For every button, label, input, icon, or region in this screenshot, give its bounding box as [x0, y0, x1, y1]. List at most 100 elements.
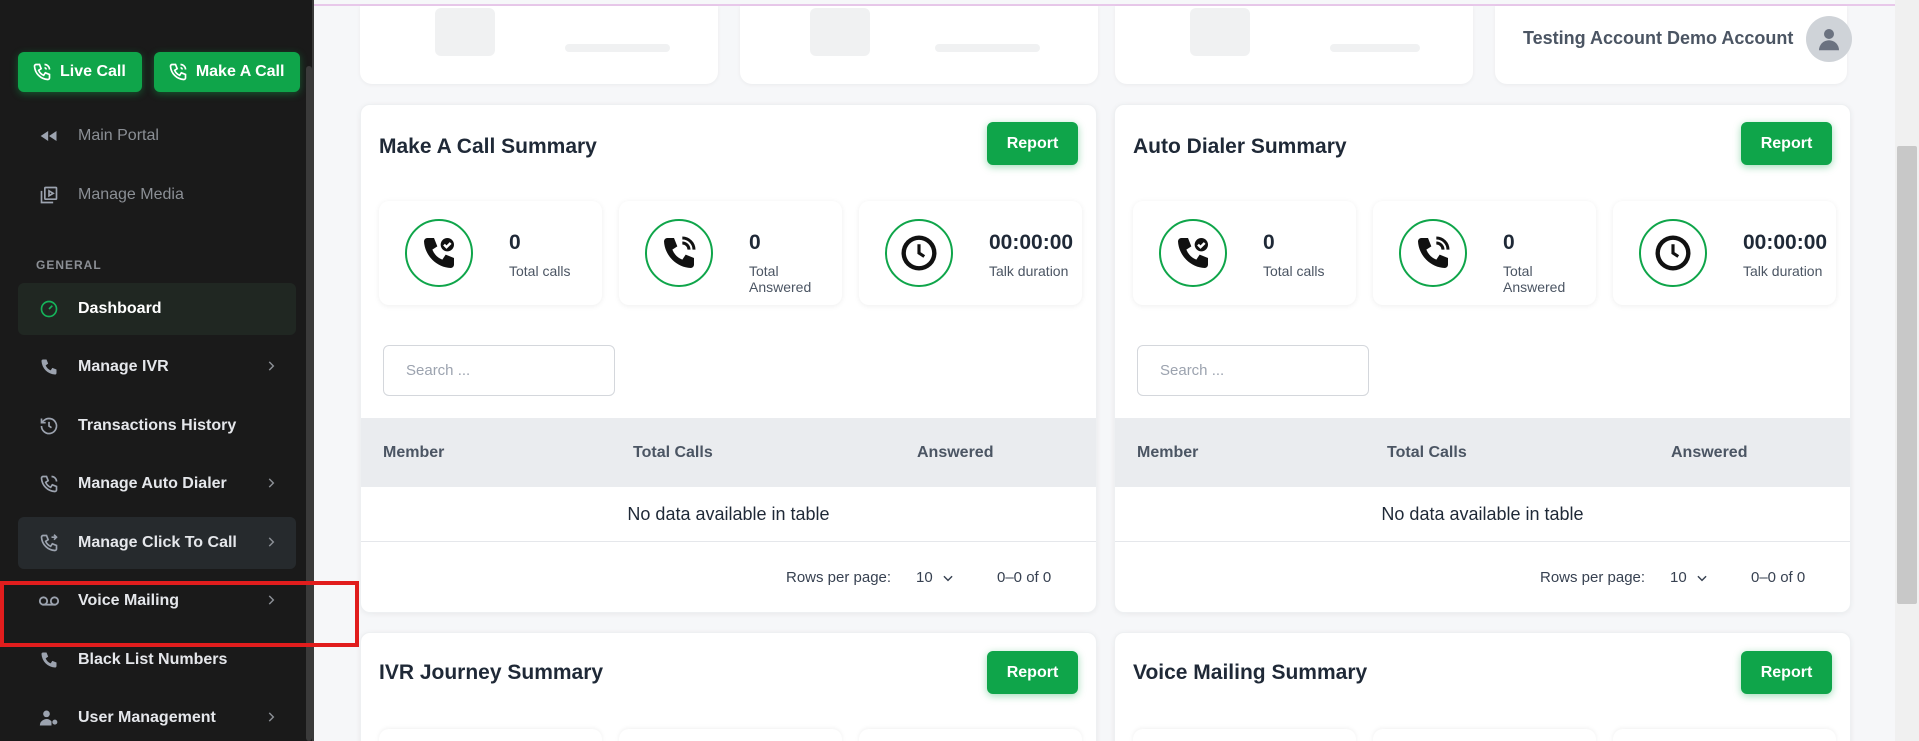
sidebar-item-label: Manage Auto Dialer — [78, 475, 227, 492]
sidebar-item-label: Manage Media — [78, 186, 184, 203]
sidebar-item-label: Black List Numbers — [78, 651, 228, 668]
panel-title: Auto Dialer Summary — [1133, 135, 1347, 158]
column-header-member[interactable]: Member — [383, 444, 444, 462]
sidebar-item-main-portal[interactable]: Main Portal — [18, 110, 296, 162]
rows-per-page-label: Rows per page: — [1540, 569, 1646, 586]
rows-per-page-select[interactable]: 10 — [916, 569, 955, 586]
sidebar-item-label: Transactions History — [78, 417, 237, 434]
pagination-range: 0–0 of 0 — [1751, 569, 1806, 586]
column-header-answered[interactable]: Answered — [1671, 444, 1747, 462]
user-icon — [1819, 29, 1839, 51]
phone-ringing-icon — [645, 219, 713, 287]
panel-title: Voice Mailing Summary — [1133, 661, 1368, 684]
stat-talk-duration: 00:00:00 Talk duration — [1613, 201, 1836, 305]
sidebar-item-dashboard[interactable]: Dashboard — [18, 283, 296, 335]
auto-dialer-summary-panel: Auto Dialer Summary Report 0 Total calls… — [1114, 104, 1851, 613]
stat-value: 0 — [749, 231, 761, 254]
stat-label: Talk duration — [1743, 263, 1823, 279]
stat-label: Total Answered — [749, 263, 812, 295]
rows-per-page-select[interactable]: 10 — [1670, 569, 1709, 586]
phone-check-icon — [405, 219, 473, 287]
user-cog-icon — [38, 707, 60, 729]
phone-signal-icon — [169, 63, 187, 81]
rewind-icon — [38, 125, 60, 147]
phone-signal-icon — [33, 63, 51, 81]
sidebar-item-label: User Management — [78, 709, 216, 726]
phone-icon — [38, 649, 60, 671]
ivr-journey-summary-panel: IVR Journey Summary Report — [360, 632, 1097, 741]
sidebar-top-buttons: Live Call Make A Call — [18, 52, 301, 92]
stat-card — [1133, 729, 1356, 741]
stat-value: 0 — [1263, 231, 1275, 254]
phone-ringing-icon — [1399, 219, 1467, 287]
report-button[interactable]: Report — [1741, 651, 1832, 694]
stat-card — [859, 729, 1082, 741]
stat-value: 0 — [509, 231, 521, 254]
partial-card — [360, 6, 718, 84]
column-header-total-calls[interactable]: Total Calls — [1387, 444, 1467, 462]
rows-per-page-value: 10 — [916, 569, 933, 586]
live-call-button[interactable]: Live Call — [18, 52, 142, 92]
sidebar-item-user-management[interactable]: User Management — [18, 692, 296, 741]
search-input[interactable] — [383, 345, 615, 396]
column-header-member[interactable]: Member — [1137, 444, 1198, 462]
chevron-right-icon — [268, 361, 275, 371]
phone-forward-icon — [38, 532, 60, 554]
stat-label: Total Answered — [1503, 263, 1566, 295]
sidebar-item-label: Manage IVR — [78, 358, 169, 375]
table-header: Member Total Calls Answered — [361, 418, 1096, 487]
rows-per-page-label: Rows per page: — [786, 569, 892, 586]
column-header-total-calls[interactable]: Total Calls — [633, 444, 713, 462]
sidebar-item-transactions-history[interactable]: Transactions History — [18, 400, 296, 452]
stat-card — [619, 729, 842, 741]
sidebar-item-manage-click-to-call[interactable]: Manage Click To Call — [18, 517, 296, 569]
search-input[interactable] — [1137, 345, 1369, 396]
stat-card — [379, 729, 602, 741]
avatar[interactable] — [1806, 16, 1852, 62]
clock-icon — [1639, 219, 1707, 287]
history-icon — [38, 415, 60, 437]
rows-per-page-value: 10 — [1670, 569, 1687, 586]
stat-card — [1373, 729, 1596, 741]
empty-table-message: No data available in table — [1115, 487, 1850, 542]
sidebar-item-manage-media[interactable]: Manage Media — [18, 169, 296, 221]
clock-icon — [885, 219, 953, 287]
sidebar-item-manage-auto-dialer[interactable]: Manage Auto Dialer — [18, 458, 296, 510]
partial-card — [740, 6, 1098, 84]
report-button[interactable]: Report — [1741, 122, 1832, 165]
media-icon — [38, 184, 60, 206]
highlight-box — [0, 581, 359, 647]
make-call-button[interactable]: Make A Call — [153, 52, 301, 92]
column-header-answered[interactable]: Answered — [917, 444, 993, 462]
partial-card — [1115, 6, 1473, 84]
chevron-down-icon — [1697, 575, 1707, 581]
stat-value: 00:00:00 — [989, 231, 1074, 254]
user-name[interactable]: Testing Account Demo Account — [1523, 28, 1793, 49]
live-call-label: Live Call — [60, 63, 126, 80]
section-label-general: GENERAL — [36, 258, 102, 272]
stat-total-calls: 0 Total calls — [379, 201, 602, 305]
panel-title: IVR Journey Summary — [379, 661, 604, 684]
report-button[interactable]: Report — [987, 651, 1078, 694]
stat-card — [1613, 729, 1836, 741]
phone-check-icon — [1159, 219, 1227, 287]
empty-table-message: No data available in table — [361, 487, 1096, 542]
chevron-right-icon — [268, 537, 275, 547]
make-call-label: Make A Call — [195, 63, 285, 80]
stat-total-calls: 0 Total calls — [1133, 201, 1356, 305]
stat-value: 00:00:00 — [1743, 231, 1828, 254]
chevron-right-icon — [268, 712, 275, 722]
chevron-down-icon — [943, 575, 953, 581]
stat-total-answered: 0 Total Answered — [619, 201, 842, 305]
chevron-right-icon — [268, 478, 275, 488]
gauge-icon — [38, 298, 60, 320]
stat-label: Talk duration — [989, 263, 1069, 279]
sidebar-item-label: Main Portal — [78, 127, 159, 144]
sidebar-item-manage-ivr[interactable]: Manage IVR — [18, 341, 296, 393]
main-scrollbar-thumb[interactable] — [1897, 146, 1917, 604]
report-button[interactable]: Report — [987, 122, 1078, 165]
make-call-summary-panel: Make A Call Summary Report 0 Total calls… — [360, 104, 1097, 613]
stat-talk-duration: 00:00:00 Talk duration — [859, 201, 1082, 305]
sidebar-item-label: Dashboard — [78, 300, 162, 317]
phone-icon — [38, 356, 60, 378]
